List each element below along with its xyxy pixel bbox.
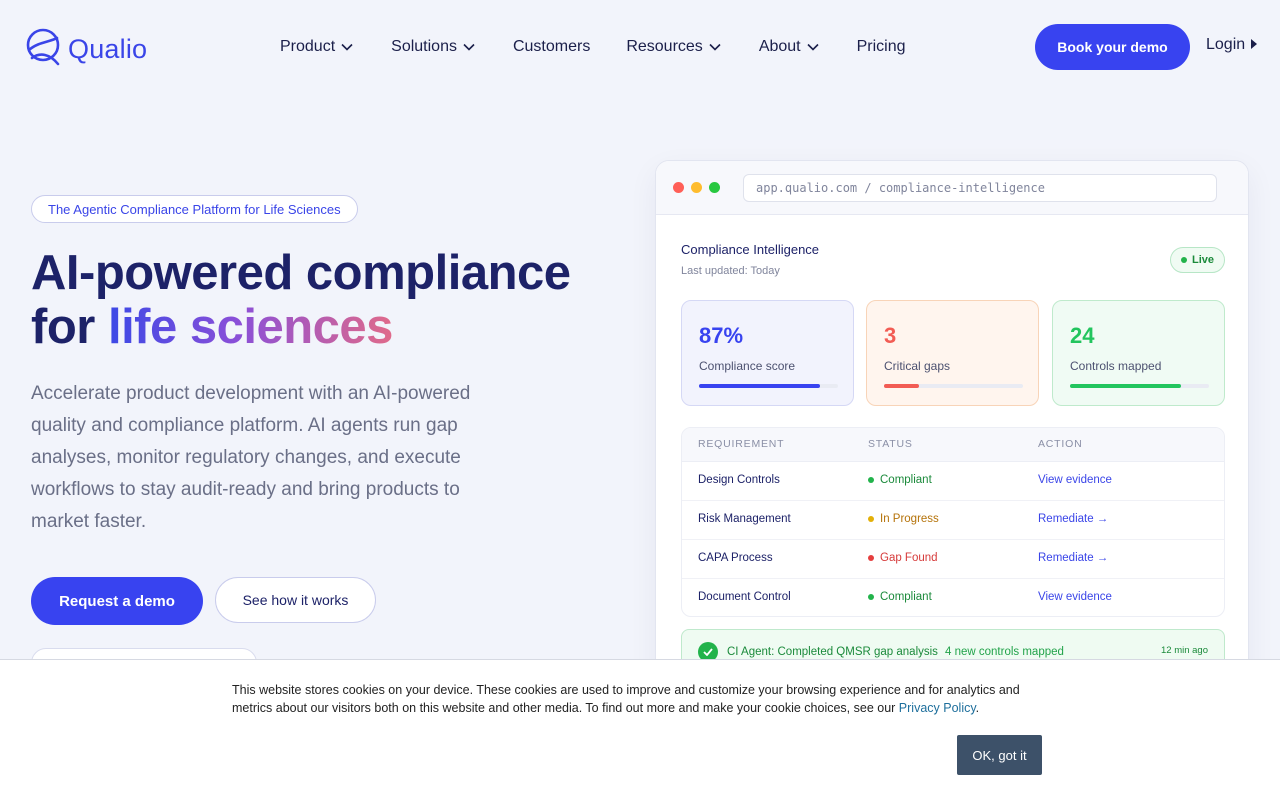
- column-header-requirement: REQUIREMENT: [698, 438, 785, 450]
- status-label: Compliant: [880, 474, 932, 486]
- nav-product[interactable]: Product: [280, 36, 353, 58]
- dashboard-title: Compliance Intelligence: [681, 242, 820, 257]
- headline-highlight: life sciences: [107, 300, 393, 354]
- requirement-cell: Document Control: [698, 591, 791, 603]
- nav-customers-label: Customers: [512, 38, 591, 55]
- chevron-down-icon: [463, 43, 475, 51]
- metric-card-compliance-score: 87% Compliance score: [681, 300, 854, 406]
- hero-tagline-pill: The Agentic Compliance Platform for Life…: [31, 195, 358, 223]
- status-cell: Compliant: [868, 474, 932, 486]
- top-nav: Qualio Product Solutions Customers Resou…: [0, 0, 1280, 94]
- hero-subtext: Accelerate product development with an A…: [31, 383, 471, 532]
- metric-value: 24: [1070, 323, 1095, 348]
- request-demo-button[interactable]: Request a demo: [31, 577, 203, 625]
- see-how-it-works-button[interactable]: See how it works: [215, 577, 376, 623]
- column-header-status: STATUS: [868, 438, 913, 450]
- row-action-link[interactable]: View evidence: [1038, 474, 1112, 486]
- qualio-wordmark: Qualio: [68, 34, 148, 64]
- status-label: In Progress: [880, 513, 939, 525]
- live-label: Live: [1191, 254, 1214, 266]
- status-label: Compliant: [880, 591, 932, 603]
- column-header-action: ACTION: [1038, 438, 1083, 450]
- table-row: Design Controls Compliant View evidence: [682, 462, 1224, 501]
- cookie-text: This website stores cookies on your devi…: [232, 683, 1020, 715]
- headline-line-1: AI-powered compliance: [31, 246, 571, 300]
- window-close-dot: [673, 182, 684, 193]
- metric-progress-fill: [1070, 384, 1182, 388]
- metric-progress-track: [884, 384, 1023, 388]
- metric-progress-fill: [699, 384, 820, 388]
- agent-timestamp: 12 min ago: [1160, 645, 1208, 656]
- nav-about[interactable]: About: [759, 36, 819, 58]
- main-menu: Product Solutions Customers Resources Ab…: [280, 36, 906, 58]
- privacy-policy-link[interactable]: Privacy Policy: [899, 701, 976, 715]
- agent-message: CI Agent: Completed QMSR gap analysis: [727, 646, 938, 658]
- caret-right-icon: [1251, 36, 1258, 54]
- nav-pricing[interactable]: Pricing: [857, 36, 906, 58]
- chevron-down-icon: [807, 43, 819, 51]
- qualio-logo[interactable]: Qualio: [24, 28, 147, 71]
- requirements-table: REQUIREMENT STATUS ACTION Design Control…: [681, 427, 1225, 617]
- agent-detail: 4 new controls mapped: [945, 646, 1064, 658]
- nav-resources[interactable]: Resources: [626, 36, 721, 58]
- window-minimize-dot: [691, 182, 702, 193]
- status-label: Gap Found: [880, 552, 938, 564]
- metric-progress-track: [1070, 384, 1209, 388]
- status-dot-icon: [868, 516, 874, 522]
- login-label: Login: [1206, 36, 1246, 53]
- live-dot-icon: [1180, 257, 1187, 263]
- chevron-down-icon: [341, 43, 353, 51]
- table-row: Document Control Compliant View evidence: [682, 579, 1224, 616]
- metric-card-controls-mapped: 24 Controls mapped: [1052, 300, 1225, 406]
- metric-value: 3: [884, 323, 897, 348]
- table-row: CAPA Process Gap Found Remediate →: [682, 540, 1224, 579]
- product-preview-window: app.qualio.com / compliance-intelligence…: [655, 160, 1249, 700]
- metric-progress-fill: [884, 384, 919, 388]
- status-cell: In Progress: [868, 513, 939, 525]
- metric-progress-track: [699, 384, 838, 388]
- nav-solutions[interactable]: Solutions: [391, 36, 475, 58]
- browser-toolbar: app.qualio.com / compliance-intelligence: [656, 161, 1248, 215]
- nav-pricing-label: Pricing: [856, 38, 906, 55]
- status-dot-icon: [868, 555, 874, 561]
- cookie-banner: This website stores cookies on your devi…: [0, 659, 1280, 800]
- chevron-down-icon: [709, 43, 721, 51]
- nav-customers[interactable]: Customers: [513, 36, 590, 58]
- accept-cookies-button[interactable]: OK, got it: [957, 735, 1042, 775]
- nav-product-label: Product: [280, 38, 336, 55]
- metric-label: Compliance score: [699, 359, 796, 373]
- table-row: Risk Management In Progress Remediate →: [682, 501, 1224, 540]
- hero-headline: AI-powered compliance for life sciences: [31, 246, 571, 354]
- address-bar: app.qualio.com / compliance-intelligence: [743, 174, 1217, 202]
- metric-label: Controls mapped: [1070, 359, 1162, 373]
- status-dot-icon: [868, 477, 874, 483]
- nav-solutions-label: Solutions: [391, 38, 457, 55]
- book-demo-button[interactable]: Book your demo: [1035, 24, 1190, 70]
- metric-value: 87%: [699, 323, 744, 348]
- last-updated: Last updated: Today: [681, 265, 780, 277]
- login-link[interactable]: Login: [1206, 36, 1258, 54]
- row-action-link[interactable]: View evidence: [1038, 591, 1112, 603]
- window-maximize-dot: [709, 182, 720, 193]
- row-action-link[interactable]: Remediate →: [1038, 513, 1108, 525]
- live-badge: Live: [1170, 247, 1225, 273]
- metric-card-critical-gaps: 3 Critical gaps: [866, 300, 1039, 406]
- table-header: REQUIREMENT STATUS ACTION: [682, 428, 1224, 462]
- qualio-logo-icon: [24, 28, 62, 71]
- status-cell: Gap Found: [868, 552, 938, 564]
- nav-resources-label: Resources: [626, 38, 703, 55]
- status-dot-icon: [868, 594, 874, 600]
- metric-label: Critical gaps: [884, 359, 951, 373]
- headline-line-2-prefix: for: [31, 300, 95, 354]
- requirement-cell: CAPA Process: [698, 552, 773, 564]
- requirement-cell: Risk Management: [698, 513, 791, 525]
- row-action-link[interactable]: Remediate →: [1038, 552, 1108, 564]
- requirement-cell: Design Controls: [698, 474, 780, 486]
- nav-about-label: About: [758, 38, 801, 55]
- status-cell: Compliant: [868, 591, 932, 603]
